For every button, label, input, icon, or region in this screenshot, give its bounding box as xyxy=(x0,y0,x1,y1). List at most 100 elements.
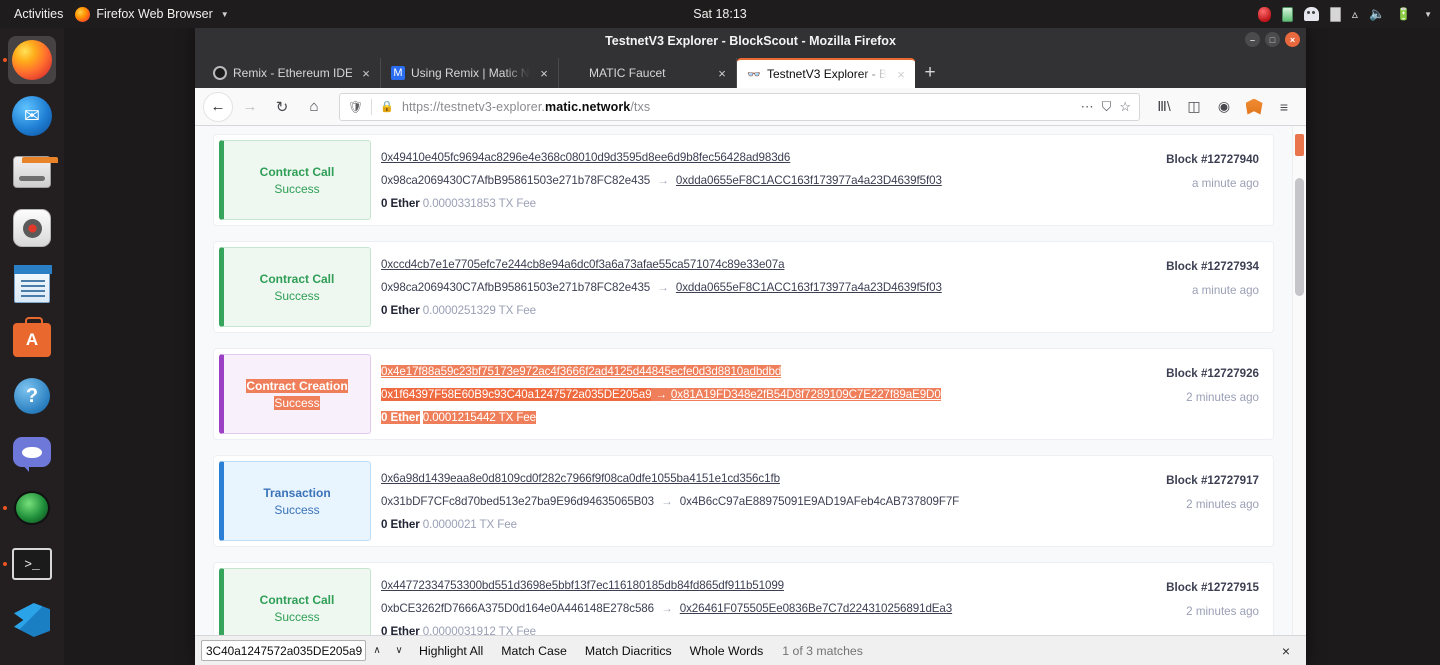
page-actions-icon[interactable]: ⋯ xyxy=(1081,99,1094,115)
dock-item-rhythmbox[interactable] xyxy=(8,204,56,252)
tx-to-address[interactable]: 0xdda0655eF8C1ACC163f173977a4a23D4639f5f… xyxy=(676,281,942,294)
dock-item-help[interactable]: ? xyxy=(8,372,56,420)
close-icon[interactable]: × xyxy=(714,66,730,81)
block-number[interactable]: Block #12727917 xyxy=(1113,474,1259,487)
shield-icon[interactable]: 🛡 xyxy=(348,100,363,114)
tx-from-address[interactable]: 0x98ca2069430C7AfbB95861503e271b78FC82e4… xyxy=(381,281,650,294)
bookmark-star-icon[interactable]: ☆ xyxy=(1119,99,1131,115)
tab-using-remix-matic[interactable]: M Using Remix | Matic Netw × xyxy=(381,58,559,88)
block-number[interactable]: Block #12727926 xyxy=(1113,367,1259,380)
library-icon[interactable]: Ⅲ\ xyxy=(1150,93,1178,121)
tab-matic-faucet[interactable]: MATIC Faucet × xyxy=(559,58,737,88)
tx-type-label: Contract Call xyxy=(259,592,335,607)
menu-icon[interactable]: ≡ xyxy=(1270,93,1298,121)
dock-item-show-applications[interactable] xyxy=(8,660,56,665)
blank-favicon-icon xyxy=(569,66,583,80)
table-row[interactable]: Contract Call Success 0x44772334753300bd… xyxy=(213,562,1274,635)
tx-details: 0x4e17f88a59c23bf75173e972ac4f3666f2ad41… xyxy=(371,349,1113,439)
tx-to-address[interactable]: 0x81A19FD348e2fB54D8f7289109C7E227f89aE9… xyxy=(670,388,941,401)
tx-value-line: 0 Ether 0.0000021 TX Fee xyxy=(381,518,1103,531)
dock-item-firefox[interactable] xyxy=(8,36,56,84)
dock-item-files[interactable] xyxy=(8,148,56,196)
metamask-icon[interactable] xyxy=(1240,93,1268,121)
tx-to-address[interactable]: 0xdda0655eF8C1ACC163f173977a4a23D4639f5f… xyxy=(676,174,942,187)
tx-hash[interactable]: 0x6a98d1439eaa8e0d8109cd0f282c7966f9f08c… xyxy=(381,472,780,485)
close-button[interactable]: × xyxy=(1285,32,1300,47)
tx-fee: 0.0000021 TX Fee xyxy=(422,518,517,531)
tab-remix[interactable]: Remix - Ethereum IDE × xyxy=(203,58,381,88)
dock-item-discord[interactable] xyxy=(8,428,56,476)
document-icon[interactable] xyxy=(1329,6,1341,22)
account-icon[interactable]: ◉ xyxy=(1210,93,1238,121)
globe-icon xyxy=(14,491,50,525)
close-icon[interactable]: × xyxy=(358,66,374,81)
dock-item-ubuntu-software[interactable]: A xyxy=(8,316,56,364)
new-tab-button[interactable]: + xyxy=(915,58,945,88)
maximize-button[interactable]: □ xyxy=(1265,32,1280,47)
record-icon[interactable] xyxy=(1257,6,1271,22)
arrow-icon: → xyxy=(651,388,671,401)
activities-button[interactable]: Activities xyxy=(0,7,75,21)
volume-icon[interactable]: 🔈 xyxy=(1369,6,1385,22)
tx-parties-line: 0x31bDF7CFc8d70bed513e27ba9E96d94635065B… xyxy=(381,495,1103,508)
chevron-down-icon[interactable]: ▼ xyxy=(1424,10,1432,19)
table-row[interactable]: Contract Creation Success 0x4e17f88a59c2… xyxy=(213,348,1274,440)
url-bar[interactable]: 🛡 🔒 https://testnetv3-explorer.matic.net… xyxy=(339,92,1140,121)
dock-item-libreoffice-writer[interactable] xyxy=(8,260,56,308)
chevron-down-icon: ▼ xyxy=(220,9,229,19)
navigation-toolbar: ← → ↻ ⌂ 🛡 🔒 https://testnetv3-explorer.m… xyxy=(195,88,1306,126)
match-diacritics-button[interactable]: Match Diacritics xyxy=(576,640,681,662)
tx-hash[interactable]: 0x4e17f88a59c23bf75173e972ac4f3666f2ad41… xyxy=(381,365,781,378)
find-next-button[interactable]: ∨ xyxy=(388,640,410,662)
dock-item-thunderbird[interactable]: ✉ xyxy=(8,92,56,140)
forward-button[interactable]: → xyxy=(235,92,265,122)
tx-details: 0x6a98d1439eaa8e0d8109cd0f282c7966f9f08c… xyxy=(371,456,1113,546)
home-button[interactable]: ⌂ xyxy=(299,92,329,122)
back-button[interactable]: ← xyxy=(203,91,233,122)
tx-hash[interactable]: 0x44772334753300bd551d3698e5bbf13f7ec116… xyxy=(381,579,784,592)
tx-hash[interactable]: 0x49410e405fc9694ac8296e4e368c08010d9d35… xyxy=(381,151,790,164)
table-row[interactable]: Contract Call Success 0xccd4cb7e1e7705ef… xyxy=(213,241,1274,333)
battery-icon[interactable] xyxy=(1281,6,1293,22)
match-case-button[interactable]: Match Case xyxy=(492,640,576,662)
minimize-button[interactable]: – xyxy=(1245,32,1260,47)
reload-button[interactable]: ↻ xyxy=(267,92,297,122)
vertical-scrollbar[interactable] xyxy=(1292,126,1306,635)
network-icon[interactable]: ▵ xyxy=(1352,7,1358,21)
tx-age: 2 minutes ago xyxy=(1186,391,1259,404)
reader-save-icon[interactable]: ⛉ xyxy=(1102,99,1112,115)
highlight-all-button[interactable]: Highlight All xyxy=(410,640,492,662)
whole-words-button[interactable]: Whole Words xyxy=(681,640,773,662)
arrow-icon: → xyxy=(657,174,669,187)
tx-to-address[interactable]: 0x26461F075505Ee0836Be7C7d224310256891dE… xyxy=(680,602,952,615)
app-menu-firefox[interactable]: Firefox Web Browser ▼ xyxy=(75,6,229,22)
block-number[interactable]: Block #12727915 xyxy=(1113,581,1259,594)
tx-from-address[interactable]: 0x98ca2069430C7AfbB95861503e271b78FC82e4… xyxy=(381,174,650,187)
close-icon[interactable]: × xyxy=(893,67,909,82)
tx-hash[interactable]: 0xccd4cb7e1e7705efc7e244cb8e94a6dc0f3a6a… xyxy=(381,258,785,271)
tx-from-address[interactable]: 0x31bDF7CFc8d70bed513e27ba9E96d94635065B… xyxy=(381,495,654,508)
block-number[interactable]: Block #12727934 xyxy=(1113,260,1259,273)
tab-testnetv3-explorer[interactable]: 👓 TestnetV3 Explorer - Blo × xyxy=(737,58,915,88)
close-icon[interactable]: × xyxy=(536,66,552,81)
dock-item-globe[interactable] xyxy=(8,484,56,532)
tx-fee: 0.0001215442 TX Fee xyxy=(422,411,537,424)
find-previous-button[interactable]: ∧ xyxy=(366,640,388,662)
find-input[interactable]: 3C40a1247572a035DE205a9 xyxy=(201,640,366,661)
power-icon[interactable]: 🔋 xyxy=(1396,7,1411,21)
find-bar: 3C40a1247572a035DE205a9 ∧ ∨ Highlight Al… xyxy=(195,635,1306,665)
find-close-button[interactable]: × xyxy=(1272,643,1300,659)
scrollbar-thumb[interactable] xyxy=(1295,178,1304,296)
tx-to-address[interactable]: 0x4B6cC97aE88975091E9AD19AFeb4cAB737809F… xyxy=(680,495,960,508)
dock-item-vscode[interactable] xyxy=(8,596,56,644)
ghost-icon[interactable] xyxy=(1303,7,1319,21)
tx-from-address[interactable]: 0x1f64397F58E60B9c93C40a1247572a035DE205… xyxy=(381,388,652,401)
tx-value-line: 0 Ether 0.0000251329 TX Fee xyxy=(381,304,1103,317)
sidebar-icon[interactable]: ◫ xyxy=(1180,93,1208,121)
table-row[interactable]: Transaction Success 0x6a98d1439eaa8e0d81… xyxy=(213,455,1274,547)
dock-item-terminal[interactable]: >_ xyxy=(8,540,56,588)
block-number[interactable]: Block #12727940 xyxy=(1113,153,1259,166)
lock-icon[interactable]: 🔒 xyxy=(380,100,394,113)
tx-from-address[interactable]: 0xbCE3262fD7666A375D0d164e0A446148E278c5… xyxy=(381,602,654,615)
table-row[interactable]: Contract Call Success 0x49410e405fc9694a… xyxy=(213,134,1274,226)
